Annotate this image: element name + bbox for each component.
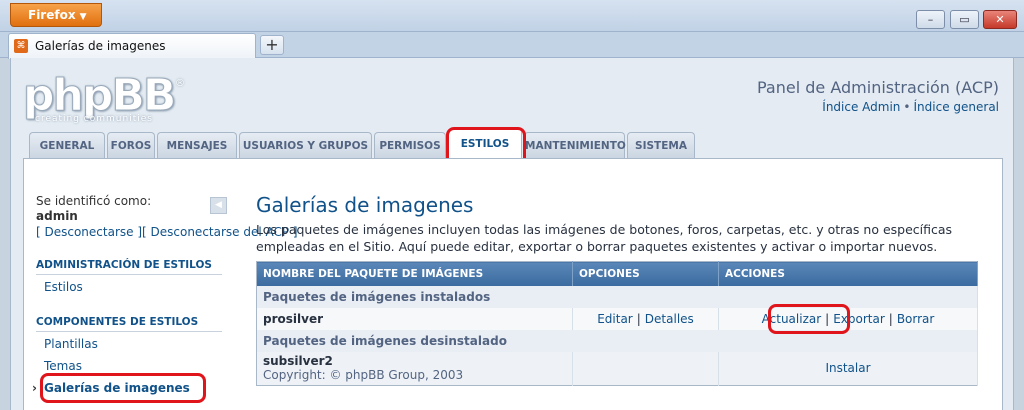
table-row: subsilver2 Copyright: © phpBB Group, 200… <box>256 351 978 386</box>
options-cell: Editar | Detalles <box>572 307 719 330</box>
sidebar-item-plantillas[interactable]: Plantillas <box>44 337 98 351</box>
collapse-arrow-icon[interactable]: ◀ <box>210 197 227 214</box>
browser-tab-title: Galerías de imagenes <box>35 39 166 53</box>
header-links: Índice Admin • Índice general <box>822 100 999 114</box>
tab-sistema[interactable]: SISTEMA <box>627 132 695 158</box>
package-name: prosilver <box>256 307 573 330</box>
sidebar-item-estilos[interactable]: Estilos <box>44 280 83 294</box>
actions-cell: Instalar <box>718 351 978 386</box>
group-label-installed: Paquetes de imágenes instalados <box>256 285 978 308</box>
install-link[interactable]: Instalar <box>825 361 870 375</box>
logged-in-label: Se identificó como: <box>36 194 152 208</box>
sidebar-item-temas[interactable]: Temas <box>44 359 82 373</box>
actions-cell: Actualizar | Exportar | Borrar <box>718 307 978 330</box>
package-name: subsilver2 <box>263 354 333 369</box>
tab-general[interactable]: GENERAL <box>29 132 105 158</box>
sidebar-item-galerias[interactable]: Galerías de imagenes <box>32 381 190 395</box>
browser-tab-strip: ⌘ Galerías de imagenes + <box>0 32 1024 59</box>
options-cell-empty <box>572 351 719 386</box>
update-link[interactable]: Actualizar <box>762 312 822 326</box>
logo-registered-mark: ® <box>175 78 185 89</box>
col-header-name: NOMBRE DEL PAQUETE DE IMÁGENES <box>256 261 573 286</box>
tab-permisos[interactable]: PERMISOS <box>374 132 446 158</box>
tab-estilos[interactable]: ESTILOS <box>448 128 522 158</box>
group-row-uninstalled: Paquetes de imágenes desinstalado <box>256 329 978 352</box>
admin-index-link[interactable]: Índice Admin <box>822 100 900 114</box>
logo-tagline: creating communities <box>35 114 153 124</box>
tab-mantenimiento[interactable]: MANTENIMIENTO <box>524 132 626 158</box>
minimize-button[interactable]: – <box>916 10 945 29</box>
sidebar-header-componentes: COMPONENTES DE ESTILOS <box>36 316 222 332</box>
link-separator: • <box>903 100 911 114</box>
details-link[interactable]: Detalles <box>645 312 694 326</box>
sidebar: Se identificó como: admin [ Desconectars… <box>24 159 298 410</box>
acp-page: phpBB ® creating communities Panel de Ad… <box>10 58 1014 410</box>
window-titlebar: Firefox ▼ – ▭ ✕ <box>0 0 1024 32</box>
general-index-link[interactable]: Índice general <box>914 100 1000 114</box>
edit-link[interactable]: Editar <box>597 312 633 326</box>
tab-usuarios-y-grupos[interactable]: USUARIOS Y GRUPOS <box>239 132 372 158</box>
page-title: Panel de Administración (ACP) <box>757 78 999 97</box>
separator: | <box>825 311 830 326</box>
username: admin <box>36 209 78 223</box>
package-copyright: Copyright: © phpBB Group, 2003 <box>263 368 464 383</box>
content-panel: Se identificó como: admin [ Desconectars… <box>23 158 1003 410</box>
section-title: Galerías de imagenes <box>256 193 474 217</box>
group-row-installed: Paquetes de imágenes instalados <box>256 285 978 308</box>
export-link[interactable]: Exportar <box>833 312 885 326</box>
separator: | <box>888 311 893 326</box>
col-header-acciones: ACCIONES <box>718 261 978 286</box>
close-window-button[interactable]: ✕ <box>983 10 1017 29</box>
separator: | <box>636 311 641 326</box>
group-label-uninstalled: Paquetes de imágenes desinstalado <box>256 329 978 352</box>
firefox-button-label: Firefox <box>28 8 76 22</box>
table-header-row: NOMBRE DEL PAQUETE DE IMÁGENES OPCIONES … <box>256 261 978 286</box>
browser-tab[interactable]: ⌘ Galerías de imagenes <box>8 33 256 59</box>
tab-mensajes[interactable]: MENSAJES <box>157 132 237 158</box>
col-header-opciones: OPCIONES <box>572 261 719 286</box>
sidebar-header-admin: ADMINISTRACIÓN DE ESTILOS <box>36 259 222 275</box>
chevron-down-icon: ▼ <box>79 12 87 22</box>
firefox-menu-button[interactable]: Firefox ▼ <box>10 3 102 27</box>
tab-foros[interactable]: FOROS <box>107 132 155 158</box>
package-cell: subsilver2 Copyright: © phpBB Group, 200… <box>256 351 573 386</box>
maximize-button[interactable]: ▭ <box>950 10 979 29</box>
imageset-table: NOMBRE DEL PAQUETE DE IMÁGENES OPCIONES … <box>256 261 978 386</box>
table-row: prosilver Editar | Detalles Actualizar | Exp… <box>256 307 978 330</box>
phpbb-favicon-icon: ⌘ <box>14 39 28 53</box>
delete-link[interactable]: Borrar <box>897 312 935 326</box>
phpbb-logo[interactable]: phpBB ® creating communities <box>23 70 223 130</box>
section-description: Los paquetes de imágenes incluyen todas … <box>256 222 953 254</box>
new-tab-button[interactable]: + <box>260 35 284 55</box>
